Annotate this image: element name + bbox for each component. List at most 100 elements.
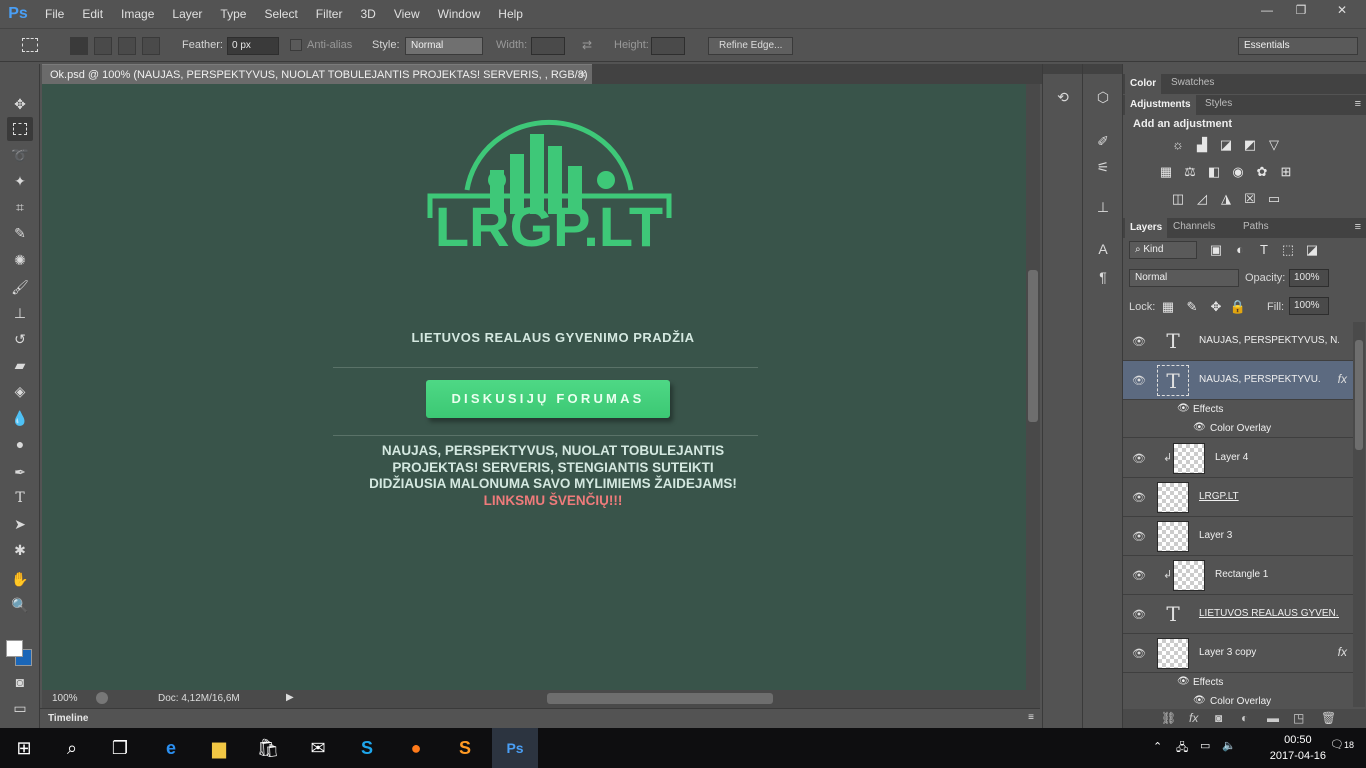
subtract-selection-icon[interactable] — [118, 37, 136, 55]
foreground-color-swatch[interactable] — [6, 640, 23, 657]
threshold-icon[interactable]: ◮ — [1217, 190, 1235, 208]
timeline-menu-icon[interactable]: ≡ — [1028, 712, 1034, 723]
menu-filter[interactable]: Filter — [307, 0, 352, 28]
visibility-eye-icon[interactable]: 👁 — [1132, 647, 1146, 660]
dodge-tool-icon[interactable]: ● — [7, 432, 33, 456]
photo-filter-icon[interactable]: ◉ — [1229, 163, 1247, 181]
refine-edge-button[interactable]: Refine Edge... — [708, 37, 794, 55]
search-icon[interactable]: ⌕ — [58, 734, 86, 762]
start-icon[interactable]: ⊞ — [10, 734, 38, 762]
filter-pixel-icon[interactable]: ▣ — [1207, 241, 1225, 259]
filter-smart-icon[interactable]: ◪ — [1303, 241, 1321, 259]
history-brush-icon[interactable]: ↺ — [7, 327, 33, 351]
effects-row[interactable]: 👁 Effects — [1123, 673, 1353, 692]
layer-row[interactable]: 👁 Layer 3 copy fx — [1123, 634, 1353, 673]
restore-button[interactable]: ❐ — [1284, 0, 1318, 20]
marquee-tool-icon[interactable] — [7, 117, 33, 141]
intersect-selection-icon[interactable] — [142, 37, 160, 55]
antialias-checkbox[interactable] — [290, 39, 302, 51]
layers-scrollbar[interactable] — [1353, 322, 1365, 707]
new-selection-icon[interactable] — [70, 37, 88, 55]
layers-scroll-thumb[interactable] — [1355, 340, 1363, 450]
add-mask-icon[interactable]: ◙ — [1215, 711, 1222, 725]
new-fill-icon[interactable]: ◐ — [1241, 711, 1248, 725]
width-input[interactable] — [531, 37, 565, 55]
volume-icon[interactable]: 🔈 — [1222, 739, 1236, 752]
style-select[interactable]: Normal — [405, 37, 483, 55]
tab-channels[interactable]: Channels — [1173, 221, 1215, 232]
exposure-icon[interactable]: ◩ — [1241, 136, 1259, 154]
new-layer-icon[interactable]: ◳ — [1293, 711, 1304, 725]
menu-select[interactable]: Select — [255, 0, 306, 28]
lock-paint-icon[interactable]: ✎ — [1183, 298, 1201, 316]
color-overlay-row[interactable]: 👁 Color Overlay — [1123, 419, 1353, 438]
effects-eye-icon[interactable]: 👁 — [1177, 403, 1190, 414]
balance-icon[interactable]: ⚖ — [1181, 163, 1199, 181]
menu-layer[interactable]: Layer — [163, 0, 211, 28]
delete-layer-icon[interactable]: 🗑 — [1321, 711, 1336, 725]
task-view-icon[interactable]: ❐ — [106, 734, 134, 762]
close-button[interactable]: ✕ — [1318, 0, 1366, 20]
quick-mask-icon[interactable]: ◙ — [7, 670, 33, 694]
lock-move-icon[interactable]: ✥ — [1207, 298, 1225, 316]
visibility-eye-icon[interactable]: 👁 — [1132, 530, 1146, 543]
zoom-tool-icon[interactable]: 🔍 — [7, 593, 33, 617]
levels-icon[interactable]: ▟ — [1193, 136, 1211, 154]
bw-icon[interactable]: ◧ — [1205, 163, 1223, 181]
menu-view[interactable]: View — [385, 0, 429, 28]
overlay-eye-icon[interactable]: 👁 — [1193, 695, 1206, 706]
menu-3d[interactable]: 3D — [351, 0, 384, 28]
menu-help[interactable]: Help — [489, 0, 532, 28]
close-document-icon[interactable]: × — [580, 65, 586, 85]
firefox-icon[interactable]: ● — [402, 734, 430, 762]
channel-mixer-icon[interactable]: ✿ — [1253, 163, 1271, 181]
panel-menu-icon[interactable]: ≡ — [1355, 98, 1361, 110]
clone-source-icon[interactable]: ⊥ — [1092, 196, 1114, 218]
vertical-scrollbar[interactable] — [1026, 84, 1040, 690]
explorer-icon[interactable]: ▆ — [205, 734, 233, 762]
mail-icon[interactable]: ✉ — [304, 734, 332, 762]
document-canvas[interactable]: LRGP.LT LIETUVOS REALAUS GYVENIMO PRADŽI… — [42, 84, 1026, 690]
hue-icon[interactable]: ▦ — [1157, 163, 1175, 181]
status-menu-arrow-icon[interactable]: ▶ — [286, 692, 294, 703]
screen-mode-icon[interactable]: ▭ — [7, 696, 33, 720]
pen-tool-icon[interactable]: ✒ — [7, 460, 33, 484]
vertical-scroll-thumb[interactable] — [1028, 270, 1038, 422]
eyedropper-icon[interactable]: ✎ — [7, 221, 33, 245]
invert-icon[interactable]: ◫ — [1169, 190, 1187, 208]
overlay-eye-icon[interactable]: 👁 — [1193, 422, 1206, 433]
photoshop-taskbar-icon[interactable]: Ps — [492, 728, 538, 768]
height-input[interactable] — [651, 37, 685, 55]
selective-color-icon[interactable]: ☒ — [1241, 190, 1259, 208]
filter-adjust-icon[interactable]: ◐ — [1231, 241, 1249, 259]
notification-center-icon[interactable]: 🗨18 — [1330, 738, 1354, 751]
blend-mode-select[interactable]: Normal — [1129, 269, 1239, 287]
layer-row[interactable]: 👁 ↲ Rectangle 1 — [1123, 556, 1353, 595]
visibility-eye-icon[interactable]: 👁 — [1132, 491, 1146, 504]
lock-all-icon[interactable]: 🔒 — [1229, 298, 1247, 316]
stamp-tool-icon[interactable]: ⊥ — [7, 301, 33, 325]
gradient-map-icon[interactable]: ▭ — [1265, 190, 1283, 208]
sublime-icon[interactable]: S — [451, 734, 479, 762]
visibility-eye-icon[interactable]: 👁 — [1132, 608, 1146, 621]
layer-row[interactable]: 👁 Layer 3 — [1123, 517, 1353, 556]
layers-menu-icon[interactable]: ≡ — [1355, 221, 1361, 233]
add-selection-icon[interactable] — [94, 37, 112, 55]
posterize-icon[interactable]: ◿ — [1193, 190, 1211, 208]
tab-layers[interactable]: Layers — [1125, 218, 1168, 238]
layer-row[interactable]: 👁 T LIETUVOS REALAUS GYVEN... — [1123, 595, 1353, 634]
filter-type-icon[interactable]: T — [1255, 241, 1273, 259]
layer-row[interactable]: 👁 T NAUJAS, PERSPEKTYVUS, N... — [1123, 322, 1353, 361]
layer-row[interactable]: 👁 LRGP.LT — [1123, 478, 1353, 517]
brush-tool-icon[interactable]: 🖌 — [7, 275, 33, 299]
skype-icon[interactable]: S — [353, 734, 381, 762]
tab-color[interactable]: Color — [1125, 74, 1162, 94]
marquee-preset-icon[interactable] — [22, 38, 38, 52]
paragraph-panel-icon[interactable]: ¶ — [1092, 266, 1114, 288]
move-tool-icon[interactable]: ✥ — [7, 92, 33, 116]
menu-edit[interactable]: Edit — [73, 0, 112, 28]
visibility-eye-icon[interactable]: 👁 — [1132, 452, 1146, 465]
menu-type[interactable]: Type — [211, 0, 255, 28]
tab-adjustments[interactable]: Adjustments — [1125, 95, 1196, 115]
menu-window[interactable]: Window — [429, 0, 490, 28]
